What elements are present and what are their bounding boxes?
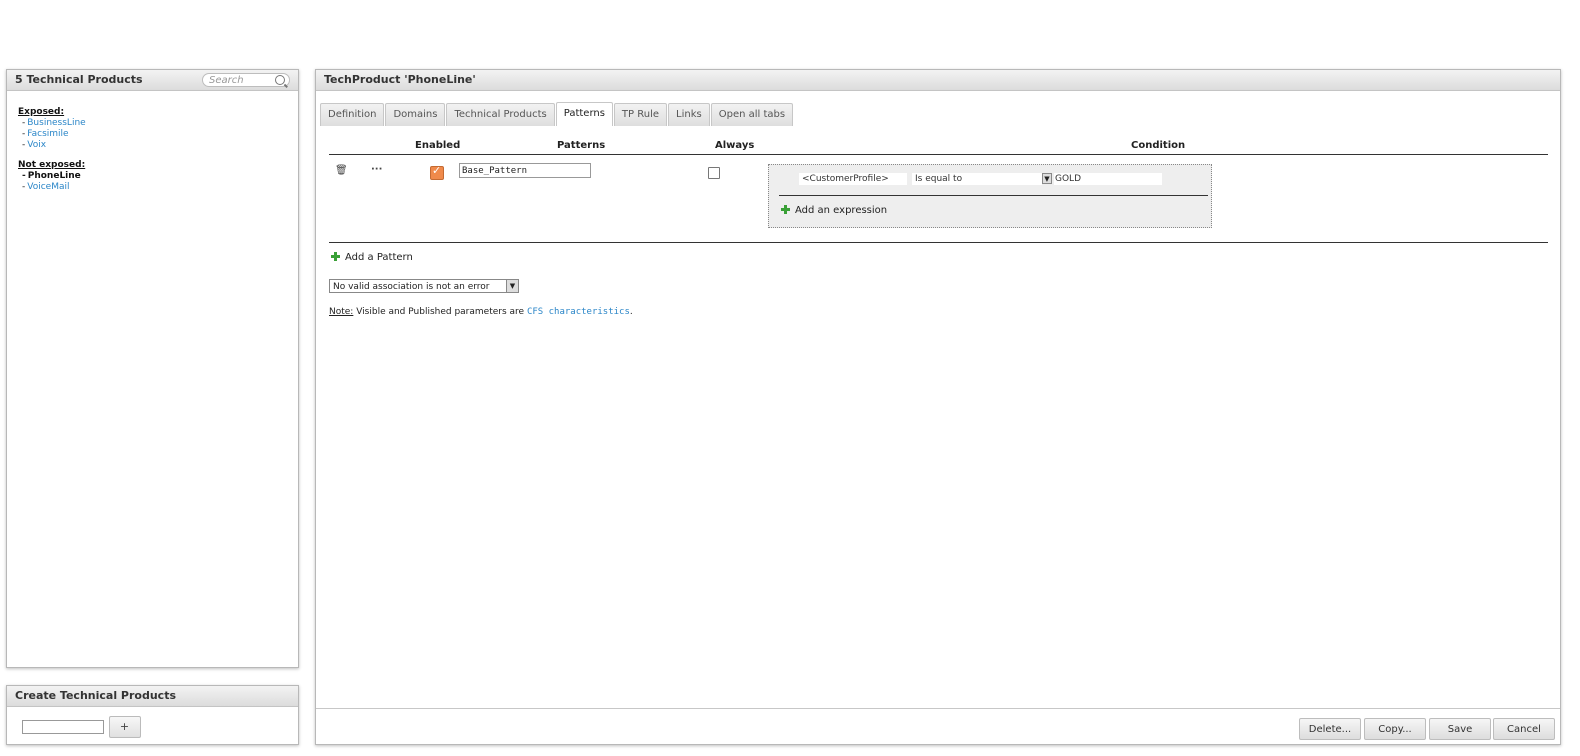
add-pattern-link[interactable]: Add a Pattern (331, 252, 413, 263)
column-enabled: Enabled (415, 140, 461, 151)
header-divider (329, 154, 1548, 155)
pattern-name-input[interactable]: Base_Pattern (459, 163, 591, 178)
search-icon[interactable] (275, 75, 285, 85)
tab-links[interactable]: Links (668, 103, 710, 126)
column-condition: Condition (1131, 140, 1186, 151)
delete-button[interactable]: Delete... (1299, 718, 1361, 740)
chevron-down-icon: ▼ (506, 280, 518, 292)
create-panel-header: Create Technical Products (7, 686, 298, 707)
plus-icon (781, 205, 790, 214)
panel-header: 5 Technical Products Search (7, 70, 298, 91)
column-always: Always (715, 140, 755, 151)
exposed-group-title: Exposed: (18, 107, 65, 117)
rows-divider (329, 242, 1548, 243)
condition-divider (779, 195, 1208, 196)
tree-item-facsimile[interactable]: - Facsimile (18, 129, 298, 140)
column-patterns: Patterns (557, 140, 606, 151)
create-panel: Create Technical Products + (6, 685, 299, 745)
condition-field[interactable]: <CustomerProfile> (799, 173, 907, 185)
editor-title: TechProduct 'PhoneLine' (316, 70, 1560, 91)
tree-item-businessline[interactable]: - BusinessLine (18, 118, 298, 129)
cancel-button[interactable]: Cancel (1493, 718, 1555, 740)
footer-divider (316, 708, 1560, 709)
search-input[interactable]: Search (202, 73, 290, 87)
tree-item-voix[interactable]: - Voix (18, 140, 298, 151)
plus-icon (331, 252, 340, 261)
tab-tp-rule[interactable]: TP Rule (613, 103, 668, 126)
tree-item-voicemail[interactable]: - VoiceMail (18, 182, 298, 193)
create-name-input[interactable] (22, 720, 104, 734)
add-expression-link[interactable]: Add an expression (781, 205, 887, 216)
condition-box: <CustomerProfile> Is equal to ▼ GOLD Add… (768, 164, 1212, 228)
delete-row-icon[interactable]: 🗑 (335, 165, 348, 176)
condition-operator-select[interactable]: Is equal to (912, 173, 1042, 185)
enabled-checkbox[interactable] (430, 164, 444, 180)
search-placeholder: Search (209, 75, 244, 86)
tab-technical-products[interactable]: Technical Products (446, 103, 555, 126)
tab-open-all[interactable]: Open all tabs (710, 103, 794, 126)
chevron-down-icon[interactable]: ▼ (1042, 173, 1052, 184)
tab-domains[interactable]: Domains (385, 103, 446, 126)
panel-title: 5 Technical Products (15, 73, 143, 86)
tree-item-phoneline[interactable]: - PhoneLine (18, 171, 298, 182)
product-tree: Exposed: - BusinessLine - Facsimile - Voix … (7, 91, 298, 193)
condition-value-input[interactable]: GOLD (1054, 173, 1162, 185)
note-text: Note: Visible and Published parameters a… (329, 307, 633, 317)
association-select[interactable]: No valid association is not an error ▼ (329, 279, 519, 293)
not-exposed-group-title: Not exposed: (18, 160, 86, 170)
always-checkbox[interactable] (708, 167, 720, 179)
cfs-characteristics-link[interactable]: CFS characteristics (527, 307, 630, 317)
row-menu-icon[interactable]: ··· (371, 164, 382, 175)
technical-products-panel: 5 Technical Products Search Exposed: - Bu… (6, 69, 299, 668)
tab-definition[interactable]: Definition (320, 103, 385, 126)
copy-button[interactable]: Copy... (1364, 718, 1426, 740)
techproduct-editor: TechProduct 'PhoneLine' Definition Domain… (315, 69, 1561, 745)
tab-bar: Definition Domains Technical Products Patte… (320, 102, 794, 126)
save-button[interactable]: Save (1429, 718, 1491, 740)
create-add-button[interactable]: + (108, 716, 141, 738)
tab-patterns[interactable]: Patterns (555, 102, 613, 126)
